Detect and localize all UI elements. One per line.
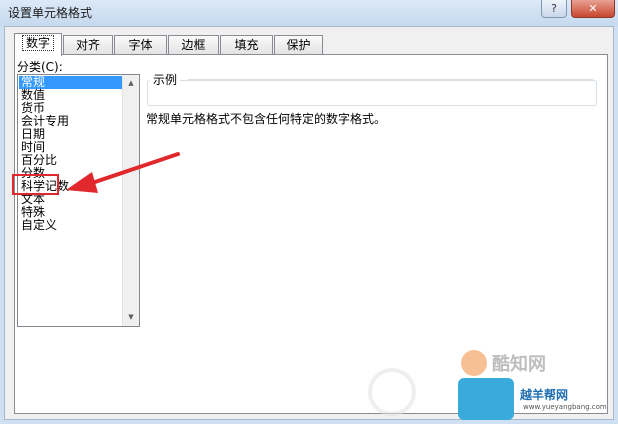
sample-groove (188, 79, 593, 80)
tab-fill[interactable]: 填充 (220, 35, 273, 55)
watermark-brand-icon (461, 350, 487, 376)
tab-alignment[interactable]: 对齐 (63, 35, 113, 55)
watermark-badge-icon (458, 378, 514, 420)
triangle-up-icon[interactable]: ▲ (123, 75, 139, 92)
category-scrollbar[interactable]: ▲ ▼ (122, 75, 139, 326)
triangle-down-icon[interactable]: ▼ (123, 309, 139, 326)
highlight-box (12, 174, 59, 195)
watermark-url: www.yueyangbang.com (523, 403, 607, 411)
sample-label: 示例 (150, 71, 181, 88)
window-title: 设置单元格格式 (8, 6, 93, 20)
tab-number[interactable]: 数字 (14, 33, 62, 56)
format-description: 常规单元格格式不包含任何特定的数字格式。 (146, 112, 387, 126)
watermark-logo-icon (368, 368, 416, 416)
help-button[interactable]: ? (541, 0, 567, 18)
help-icon: ? (551, 2, 557, 15)
list-item-custom[interactable]: 自定义 (21, 219, 57, 232)
tab-protection[interactable]: 保护 (274, 35, 323, 55)
category-list[interactable]: 常规 数值 货币 会计专用 日期 时间 百分比 分数 科学记数 文本 特殊 自定… (17, 74, 140, 327)
close-icon: ✕ (588, 2, 598, 15)
sample-box (147, 80, 597, 106)
tab-font[interactable]: 字体 (114, 35, 167, 55)
watermark-brand: 酷知网 (492, 354, 546, 375)
close-button[interactable]: ✕ (571, 0, 615, 18)
category-label: 分类(C): (17, 60, 63, 74)
tab-border[interactable]: 边框 (168, 35, 219, 55)
watermark-brand2: 越羊帮网 (520, 388, 569, 402)
title-bar: 设置单元格格式 ? ✕ (0, 0, 618, 26)
